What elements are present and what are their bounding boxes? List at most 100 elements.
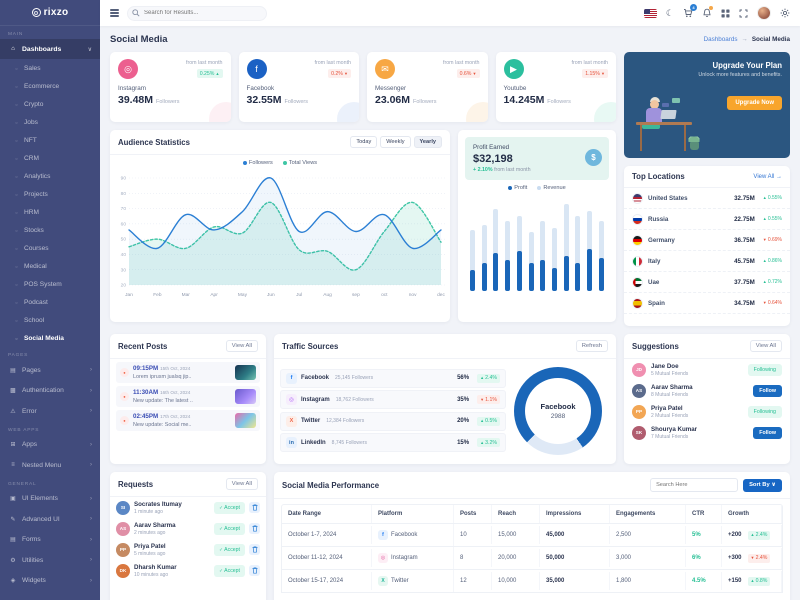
country-flag-icon (632, 298, 643, 309)
requests-view-all-button[interactable]: View All (226, 478, 258, 490)
sidebar-item[interactable]: ⌂ Dashboards ∨ (0, 39, 100, 59)
sidebar-item[interactable]: ⊞ Apps › (0, 435, 100, 456)
recent-posts-card: Recent Posts View All ● 09:15PM15th Oct, (110, 334, 266, 464)
accept-button[interactable]: Accept (214, 565, 245, 577)
cell-impressions: 35,000 (540, 572, 610, 590)
chevron-icon: › (90, 496, 92, 502)
post-row[interactable]: ● 11:30AM16th Oct, 2024 New update: The … (116, 386, 260, 407)
filter-button[interactable]: Yearly (414, 136, 443, 148)
country-name: United States (648, 195, 729, 202)
sidebar-item-label: Authentication (22, 387, 90, 394)
sidebar-item[interactable]: ⚠ Error › (0, 401, 100, 422)
sort-by-button[interactable]: Sort By ∨ (743, 479, 782, 492)
delete-request-button[interactable] (249, 565, 260, 576)
user-avatar[interactable] (757, 6, 771, 20)
delete-request-button[interactable] (249, 544, 260, 555)
audience-statistics-card: Audience Statistics TodayWeeklyYearly Fo… (110, 130, 450, 322)
accept-button[interactable]: Accept (214, 502, 245, 514)
trash-icon (252, 546, 258, 553)
sidebar-item[interactable]: MAIN (0, 26, 100, 39)
suggestion-row: JD Jane Doe 5 Mutual Friends Following (624, 359, 790, 380)
column-header[interactable]: Impressions (540, 505, 610, 523)
traffic-source-row: in LinkedIn 8,745 Followers 15% 3.2% (280, 433, 506, 452)
sidebar-item[interactable]: ○ Podcast (0, 293, 100, 311)
sidebar-item[interactable]: WEB APPS (0, 422, 100, 435)
breadcrumb-parent[interactable]: Dashboards (704, 36, 738, 43)
sidebar-item[interactable]: ○ Social Media (0, 329, 100, 347)
follow-button[interactable]: Follow (753, 427, 782, 439)
apps-grid-icon[interactable] (721, 9, 730, 18)
recent-posts-view-all-button[interactable]: View All (226, 340, 258, 352)
sidebar-item[interactable]: ✎ Advanced UI › (0, 509, 100, 530)
follow-button[interactable]: Follow (753, 385, 782, 397)
column-header[interactable]: Engagements (610, 505, 686, 523)
sidebar-item[interactable]: ○ School (0, 311, 100, 329)
sidebar-item[interactable]: ▤ Pages › (0, 360, 100, 381)
column-header[interactable]: Posts (454, 505, 492, 523)
notifications-bell-icon[interactable] (702, 8, 712, 18)
menu-toggle-icon[interactable] (110, 8, 119, 18)
sidebar-item[interactable]: ◈ Widgets › (0, 571, 100, 592)
sidebar-item[interactable]: GENERAL (0, 476, 100, 489)
follow-button[interactable]: Following (748, 406, 782, 418)
cart-icon[interactable]: 4 (683, 8, 693, 18)
filter-button[interactable]: Today (350, 136, 377, 148)
fullscreen-icon[interactable] (739, 9, 748, 18)
svg-text:dec: dec (437, 292, 445, 298)
sidebar-item[interactable]: ▤ Forms › (0, 530, 100, 551)
sidebar-item[interactable]: ▣ UI Elements › (0, 489, 100, 510)
sidebar-item[interactable]: ○ Projects (0, 185, 100, 203)
sidebar-item[interactable]: ○ Sales (0, 59, 100, 77)
follow-button[interactable]: Following (748, 364, 782, 376)
platform-icon: X (286, 416, 297, 427)
app-logo[interactable]: rixzo (0, 0, 100, 26)
sidebar-item[interactable]: ○ CRM (0, 149, 100, 167)
sidebar-item[interactable]: ○ Crypto (0, 95, 100, 113)
accept-button[interactable]: Accept (214, 544, 245, 556)
filter-button[interactable]: Weekly (380, 136, 410, 148)
sidebar-item-label: Nested Menu (22, 462, 90, 469)
search-input[interactable] (127, 6, 267, 21)
sidebar-item[interactable]: ○ Stocks (0, 221, 100, 239)
sidebar-item[interactable]: ○ Courses (0, 239, 100, 257)
sidebar-item[interactable]: ○ Analytics (0, 167, 100, 185)
delete-request-button[interactable] (249, 502, 260, 513)
country-value: 32.75M (734, 195, 755, 202)
cell-ctr: 4.5% (686, 572, 722, 590)
post-row[interactable]: ● 09:15PM15th Oct, 2024 Lorem iprusm jua… (116, 362, 260, 383)
table-search-input[interactable] (650, 478, 738, 492)
sidebar-item-icon: ⚠ (8, 408, 18, 415)
request-time: 2 minutes ago (134, 530, 210, 536)
column-header[interactable]: CTR (686, 505, 722, 523)
column-header[interactable]: Reach (492, 505, 540, 523)
sidebar-item[interactable]: ▩ Authentication › (0, 381, 100, 402)
upgrade-now-button[interactable]: Upgrade Now (727, 96, 782, 110)
person-name: Aarav Sharma (651, 384, 748, 391)
column-header[interactable]: Platform (372, 505, 454, 523)
sidebar-item[interactable]: PAGES (0, 347, 100, 360)
audience-line-chart: 2030405060708090JanFebMarAprMayJunJulAug… (113, 170, 447, 298)
traffic-percent: 56% (457, 375, 469, 381)
column-header[interactable]: Date Range (282, 505, 372, 523)
delete-request-button[interactable] (249, 523, 260, 534)
sidebar-item[interactable]: ○ POS System (0, 275, 100, 293)
accept-button[interactable]: Accept (214, 523, 245, 535)
language-flag-icon[interactable] (644, 9, 657, 18)
suggestions-view-all-button[interactable]: View All (750, 340, 782, 352)
dark-mode-icon[interactable]: ☾ (666, 9, 674, 18)
mutual-friends: 7 Mutual Friends (651, 434, 748, 440)
sidebar-item[interactable]: ○ NFT (0, 131, 100, 149)
refresh-button[interactable]: Refresh (576, 340, 608, 352)
chevron-icon: › (90, 462, 92, 468)
sidebar-item[interactable]: ○ Ecommerce (0, 77, 100, 95)
sidebar-item[interactable]: ⚙ Utilities › (0, 550, 100, 571)
sidebar-item[interactable]: ○ Medical (0, 257, 100, 275)
settings-gear-icon[interactable] (780, 8, 790, 18)
sidebar-item[interactable]: ≡ Nested Menu › (0, 455, 100, 476)
sidebar-item-icon: ○ (13, 246, 20, 251)
post-row[interactable]: ● 02:45PM17th Oct, 2024 New update: Soci… (116, 410, 260, 431)
top-locations-view-all-link[interactable]: View All → (753, 174, 782, 180)
sidebar-item[interactable]: ○ HRM (0, 203, 100, 221)
column-header[interactable]: Growth (722, 505, 782, 523)
sidebar-item[interactable]: ○ Jobs (0, 113, 100, 131)
